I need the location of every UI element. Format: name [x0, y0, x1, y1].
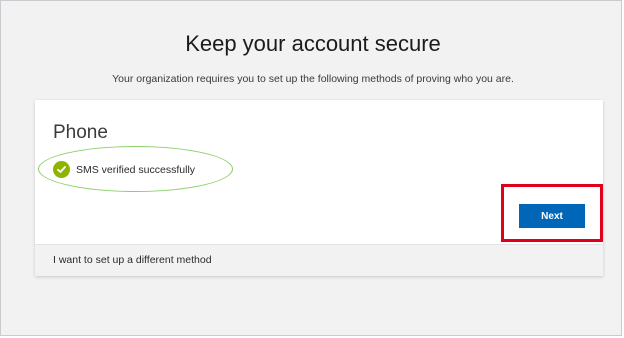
- card-heading: Phone: [53, 122, 108, 143]
- page-frame: Keep your account secure Your organizati…: [0, 0, 622, 336]
- checkmark-icon: [53, 161, 70, 178]
- page-subtitle: Your organization requires you to set up…: [112, 73, 514, 85]
- next-button[interactable]: Next: [519, 204, 585, 228]
- different-method-link[interactable]: I want to set up a different method: [53, 254, 212, 266]
- sms-status-text: SMS verified successfully: [76, 163, 196, 176]
- page-title: Keep your account secure: [185, 31, 441, 56]
- card-footer: I want to set up a different method: [35, 244, 603, 276]
- sms-status: SMS verified successfully: [53, 161, 195, 178]
- setup-card: Phone SMS verified successfully Next I w…: [35, 100, 603, 276]
